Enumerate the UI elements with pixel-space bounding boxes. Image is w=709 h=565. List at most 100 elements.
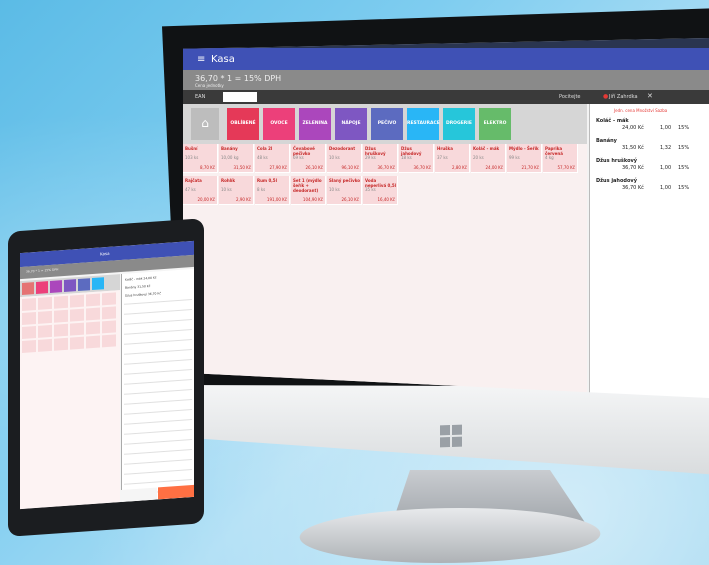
- tablet-receipt-divider: [124, 419, 192, 425]
- app-title: Kasa: [211, 54, 235, 65]
- tablet-product-tile[interactable]: [70, 294, 84, 308]
- category-button[interactable]: ELEKTRO: [479, 108, 511, 140]
- tablet-product-tile[interactable]: [38, 324, 52, 338]
- product-name: Dezodorant: [329, 146, 356, 151]
- product-tile[interactable]: Rum 0,5l 8 ks 191,00 Kč: [255, 176, 290, 205]
- product-name: Slaný pečivko: [329, 178, 361, 183]
- product-name: Koláč - mák: [473, 146, 500, 151]
- tablet-product-tile[interactable]: [54, 337, 68, 351]
- tablet-receipt-divider: [124, 429, 192, 435]
- tablet-product-tile[interactable]: [102, 292, 116, 306]
- product-price: 27,90 Kč: [269, 165, 287, 170]
- tablet-category-button[interactable]: [22, 282, 34, 295]
- tablet-category-button[interactable]: [36, 281, 48, 294]
- receipt-item[interactable]: Koláč - mák 24,00 Kč 1,00 15%: [596, 118, 706, 131]
- product-tile[interactable]: Hruška 37 ks 2,80 Kč: [435, 144, 470, 173]
- product-tile[interactable]: Banány 10,00 kg 31,50 Kč: [219, 144, 254, 173]
- tablet-product-tile[interactable]: [54, 295, 68, 309]
- tablet-product-tile[interactable]: [86, 307, 100, 321]
- pos-screen: ≡ Kasa 36,70 * 1 = 15% DPH Cena jednotky…: [183, 38, 709, 398]
- category-button[interactable]: RESTAURACE: [407, 108, 440, 140]
- tablet-receipt-divider: [124, 449, 192, 455]
- tablet-product-tile[interactable]: [38, 310, 52, 324]
- category-button[interactable]: OBLÍBENÉ: [227, 108, 259, 140]
- receipt-item-vat: 15%: [678, 185, 690, 191]
- tablet-product-tile[interactable]: [54, 323, 68, 337]
- product-tile[interactable]: Koláč - mák 20 ks 24,00 Kč: [471, 144, 506, 173]
- product-tile[interactable]: Slaný pečivko 10 ks 26,10 Kč: [327, 176, 362, 205]
- tablet-product-tile[interactable]: [70, 308, 84, 322]
- hamburger-menu-icon[interactable]: ≡: [197, 54, 205, 65]
- receipt-item-vat: 15%: [678, 145, 690, 151]
- windows-logo-icon: [440, 424, 462, 448]
- tablet-secondary-button[interactable]: [121, 487, 157, 503]
- product-tile[interactable]: Rajčata 47 ks 20,00 Kč: [183, 176, 218, 205]
- product-name: Mýdlo - Šeřík: [509, 146, 539, 151]
- product-name: Rum 0,5l: [257, 178, 277, 183]
- product-tile[interactable]: Džus hruškový 29 ks 36,70 Kč: [363, 144, 398, 173]
- tablet-product-tile[interactable]: [70, 322, 84, 336]
- tablet-category-button[interactable]: [92, 277, 104, 291]
- product-tile[interactable]: Džus jahodový 18 ks 36,70 Kč: [399, 144, 434, 173]
- tablet-product-tile[interactable]: [54, 309, 68, 323]
- close-icon[interactable]: ✕: [647, 92, 653, 100]
- sub-line: Cena jednotky: [195, 83, 224, 88]
- tablet-product-tile[interactable]: [22, 325, 36, 339]
- product-price: 24,00 Kč: [485, 165, 503, 170]
- tablet-product-tile[interactable]: [70, 336, 84, 350]
- product-qty: 10 ks: [329, 187, 340, 192]
- tablet-product-tile[interactable]: [86, 321, 100, 335]
- product-qty: 4 kg: [545, 155, 554, 160]
- tablet-receipt-line: Koláč - mák 24,00 Kč: [125, 275, 157, 282]
- tablet-receipt-divider: [124, 299, 192, 305]
- tablet-receipt-divider: [124, 479, 192, 485]
- position-select[interactable]: Pocitejte: [559, 94, 581, 100]
- receipt-item[interactable]: Džus hruškový 36,70 Kč 1,00 15%: [596, 158, 706, 171]
- tablet-receipt-divider: [124, 329, 192, 335]
- product-tile[interactable]: Cola 2l 48 ks 27,90 Kč: [255, 144, 290, 173]
- category-button[interactable]: ZELENINA: [299, 108, 331, 140]
- tablet-product-tile[interactable]: [102, 320, 116, 334]
- total-bar: 36,70 * 1 = 15% DPH Cena jednotky: [183, 70, 709, 90]
- tablet-total-line: 36,70 * 1 = 15% DPH: [26, 267, 59, 274]
- category-button[interactable]: PEČIVO: [371, 108, 403, 140]
- category-button[interactable]: DROGERIE: [443, 108, 475, 140]
- receipt-item[interactable]: Banány 31,50 Kč 1,32 15%: [596, 138, 706, 151]
- tablet-product-tile[interactable]: [38, 338, 52, 352]
- category-button[interactable]: OVOCE: [263, 108, 295, 140]
- product-tile[interactable]: Dezodorant 10 ks 96,10 Kč: [327, 144, 362, 173]
- tablet-product-tile[interactable]: [22, 339, 36, 353]
- product-tile[interactable]: Voda neperlivá 0,5l 35 ks 16,40 Kč: [363, 176, 398, 205]
- tablet-product-tile[interactable]: [86, 293, 100, 307]
- receipt-item[interactable]: Džus jahodový 36,70 Kč 1,00 15%: [596, 178, 706, 191]
- tablet-product-tile[interactable]: [102, 306, 116, 320]
- tablet-category-button[interactable]: [50, 280, 62, 293]
- product-tile[interactable]: Čevabové pečivko 69 ks 26,10 Kč: [291, 144, 326, 173]
- tablet-product-tile[interactable]: [38, 296, 52, 310]
- product-tile[interactable]: Set 1 (mýdlo šeřík + deodorant) 104,90 Kč: [291, 176, 326, 205]
- ean-input[interactable]: [223, 92, 257, 102]
- tablet-product-tile[interactable]: [86, 335, 100, 349]
- tablet-product-tile[interactable]: [102, 334, 116, 348]
- receipt-item-name: Banány: [596, 138, 617, 144]
- tablet-receipt-divider: [124, 319, 192, 325]
- product-qty: 10 ks: [329, 155, 340, 160]
- receipt-item-price: 31,50 Kč: [622, 145, 644, 151]
- tablet-category-button[interactable]: [64, 279, 76, 293]
- tablet-product-tile[interactable]: [22, 311, 36, 325]
- product-name: Rajčata: [185, 178, 202, 183]
- receipt-item-qty: 1,32: [660, 145, 672, 151]
- product-tile[interactable]: Bušní 103 ks 8,70 Kč: [183, 144, 218, 173]
- category-button[interactable]: NÁPOJE: [335, 108, 367, 140]
- product-tile[interactable]: Paprika červená 4 kg 57,70 Kč: [543, 144, 578, 173]
- tablet-receipt-divider: [124, 309, 192, 315]
- tablet-category-button[interactable]: [78, 278, 90, 292]
- product-tile[interactable]: Rohlík 10 ks 2,90 Kč: [219, 176, 254, 205]
- product-price: 26,10 Kč: [305, 165, 323, 170]
- home-button[interactable]: ⌂: [191, 108, 219, 140]
- product-tile[interactable]: Mýdlo - Šeřík 99 ks 21,70 Kč: [507, 144, 542, 173]
- product-name: Banány: [221, 146, 238, 151]
- tablet-pay-button[interactable]: [158, 484, 194, 500]
- tablet-product-tile[interactable]: [22, 297, 36, 311]
- receipt-panel: Jedn. cena Množství Sazba Koláč - mák 24,…: [589, 104, 709, 398]
